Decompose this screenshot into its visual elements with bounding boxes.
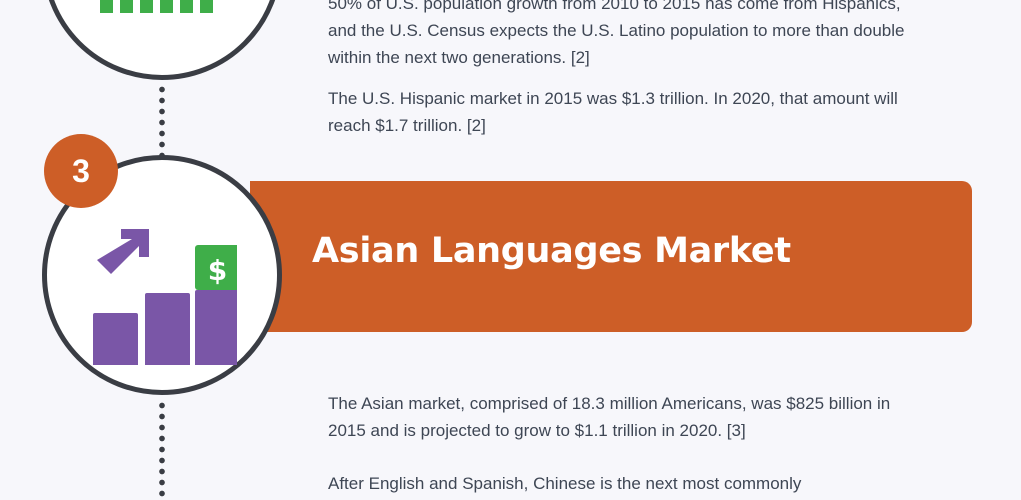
body-paragraph: After English and Spanish, Chinese is th… xyxy=(328,474,802,493)
body-paragraph: 50% of U.S. population growth from 2010 … xyxy=(328,0,905,67)
timeline-connector xyxy=(159,400,165,500)
section-banner: Asian Languages Market xyxy=(250,181,972,332)
dollar-sign: $ xyxy=(208,254,227,287)
timeline-connector xyxy=(159,84,165,156)
section-number-badge: 3 xyxy=(44,134,118,208)
body-paragraph: The Asian market, comprised of 18.3 mill… xyxy=(328,394,891,440)
growth-chart-dollar-icon: $ xyxy=(93,229,237,365)
body-paragraph: The U.S. Hispanic market in 2015 was $1.… xyxy=(328,89,898,135)
section-title: Asian Languages Market xyxy=(312,231,791,271)
